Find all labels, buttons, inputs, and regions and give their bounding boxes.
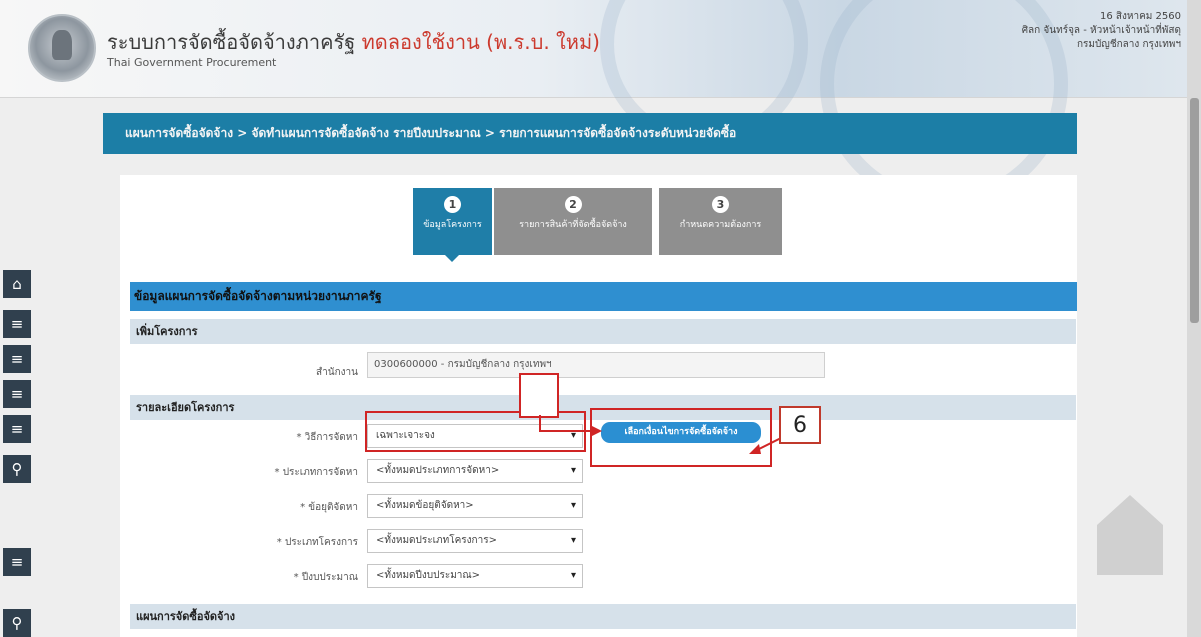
procurement-condition-label: * ข้อยุติจัดหา <box>300 502 358 513</box>
office-label: สำนักงาน <box>316 367 358 378</box>
add-project-bar: เพิ่มโครงการ <box>130 319 1076 344</box>
menu-icon[interactable]: ≡ <box>3 380 31 408</box>
user-name: ศิลก จันทร์จุล - หัวหน้าเจ้าหน้าที่พัสดุ <box>1021 25 1181 36</box>
current-date: 16 สิงหาคม 2560 <box>1099 11 1181 22</box>
chevron-down-icon: ▾ <box>570 570 576 581</box>
search-icon[interactable]: ⚲ <box>3 455 31 483</box>
step-tab-requirements[interactable]: 3 กำหนดความต้องการ <box>659 188 782 255</box>
user-agency: กรมบัญชีกลาง กรุงเทพฯ <box>1076 39 1181 50</box>
step-tab-items[interactable]: 2 รายการสินค้าที่จัดซื้อจัดจ้าง <box>494 188 652 255</box>
app-header: ระบบการจัดซื้อจัดจ้างภาครัฐ ทดลองใช้งาน … <box>0 0 1201 208</box>
chevron-down-icon: ▾ <box>570 465 576 476</box>
chevron-down-icon: ▾ <box>570 535 576 546</box>
procurement-method-label: * วิธีการจัดหา <box>296 432 359 443</box>
annotation-arrow-icon <box>539 415 602 437</box>
breadcrumb[interactable]: แผนการจัดซื้อจัดจ้าง > จัดทำแผนการจัดซื้… <box>103 113 1077 154</box>
menu-icon[interactable]: ≡ <box>3 310 31 338</box>
step-label: ข้อมูลโครงการ <box>423 220 482 230</box>
menu-icon[interactable]: ≡ <box>3 548 31 576</box>
app-title: ระบบการจัดซื้อจัดจ้างภาครัฐ ทดลองใช้งาน … <box>107 26 600 58</box>
scrollbar-thumb[interactable] <box>1190 98 1199 323</box>
step-label: กำหนดความต้องการ <box>679 220 762 230</box>
fiscal-year-label: * ปีงบประมาณ <box>293 572 358 583</box>
user-info: 16 สิงหาคม 2560 ศิลก จันทร์จุล - หัวหน้า… <box>1022 10 1181 52</box>
menu-icon[interactable]: ≡ <box>3 345 31 373</box>
step-number: 2 <box>564 196 582 213</box>
app-title-highlight: ทดลองใช้งาน (พ.ร.บ. ใหม่) <box>361 30 600 54</box>
section-title: ข้อมูลแผนการจัดซื้อจัดจ้างตามหน่วยงานภาค… <box>130 282 1077 311</box>
procurement-plan-bar: แผนการจัดซื้อจัดจ้าง <box>130 604 1076 629</box>
procurement-condition-select[interactable]: <ทั้งหมดข้อยุติจัดหา> ▾ <box>367 494 583 518</box>
step-tab-project-info[interactable]: 1 ข้อมูลโครงการ <box>413 188 492 262</box>
annotation-step-number: 6 <box>779 406 821 444</box>
home-icon[interactable]: ⌂ <box>3 270 31 298</box>
procurement-condition-value: <ทั้งหมดข้อยุติจัดหา> <box>376 500 474 511</box>
app-title-main: ระบบการจัดซื้อจัดจ้างภาครัฐ <box>107 30 356 54</box>
chevron-down-icon: ▾ <box>570 500 576 511</box>
procurement-type-value: <ทั้งหมดประเภทการจัดหา> <box>376 465 500 476</box>
page-scrollbar[interactable] <box>1187 0 1201 637</box>
step-number: 1 <box>444 196 461 213</box>
fiscal-year-select[interactable]: <ทั้งหมดปีงบประมาณ> ▾ <box>367 564 583 588</box>
search-icon[interactable]: ⚲ <box>3 609 31 637</box>
project-type-select[interactable]: <ทั้งหมดประเภทโครงการ> ▾ <box>367 529 583 553</box>
procurement-type-label: * ประเภทการจัดหา <box>274 467 358 478</box>
menu-icon[interactable]: ≡ <box>3 415 31 443</box>
step-label: รายการสินค้าที่จัดซื้อจัดจ้าง <box>519 220 627 230</box>
fiscal-year-value: <ทั้งหมดปีงบประมาณ> <box>376 570 481 581</box>
project-type-label: * ประเภทโครงการ <box>276 537 358 548</box>
app-subtitle: Thai Government Procurement <box>107 56 277 69</box>
step-number: 3 <box>712 196 729 213</box>
procurement-type-select[interactable]: <ทั้งหมดประเภทการจัดหา> ▾ <box>367 459 583 483</box>
garuda-logo <box>28 14 96 82</box>
background-watermark-icon <box>1097 495 1163 575</box>
project-type-value: <ทั้งหมดประเภทโครงการ> <box>376 535 497 546</box>
